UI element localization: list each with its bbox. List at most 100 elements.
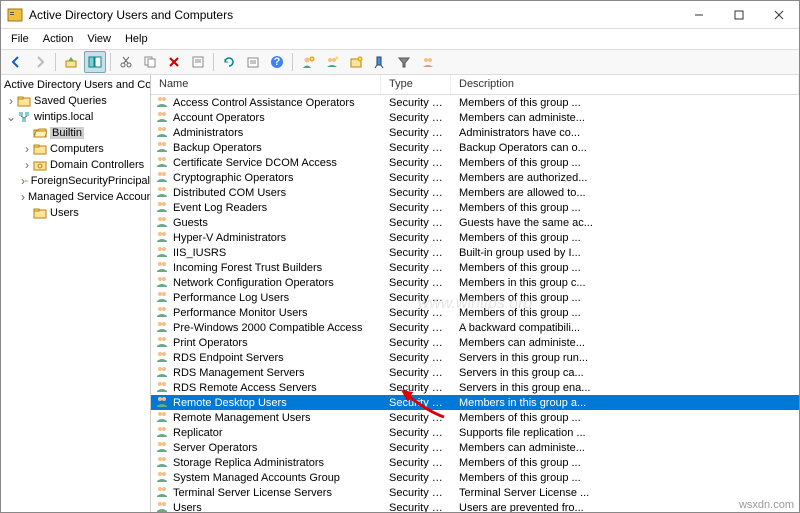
list-item[interactable]: Pre-Windows 2000 Compatible AccessSecuri… (151, 320, 799, 335)
tree-saved-queries[interactable]: › Saved Queries (1, 93, 150, 109)
help-button[interactable]: ? (266, 51, 288, 73)
forward-button[interactable] (29, 51, 51, 73)
list-item[interactable]: Print OperatorsSecurity Group...Members … (151, 335, 799, 350)
tree-pane[interactable]: Active Directory Users and Com › Saved Q… (1, 75, 151, 512)
item-type: Security Group... (381, 232, 451, 244)
item-description: Administrators have co... (451, 127, 799, 139)
maximize-button[interactable] (719, 1, 759, 29)
list-item[interactable]: Backup OperatorsSecurity Group...Backup … (151, 140, 799, 155)
list-item[interactable]: Hyper-V AdministratorsSecurity Group...M… (151, 230, 799, 245)
list-item[interactable]: RDS Management ServersSecurity Group...S… (151, 365, 799, 380)
new-group-button[interactable] (321, 51, 343, 73)
list-item[interactable]: RDS Endpoint ServersSecurity Group...Ser… (151, 350, 799, 365)
expand-icon[interactable]: › (5, 95, 17, 107)
item-name: Users (173, 502, 202, 513)
menu-file[interactable]: File (5, 31, 35, 47)
delete-button[interactable] (163, 51, 185, 73)
add-to-group-button[interactable] (417, 51, 439, 73)
item-description: Members of this group ... (451, 412, 799, 424)
folder-icon (25, 174, 28, 188)
tree-fsp[interactable]: › ForeignSecurityPrincipal (1, 173, 150, 189)
tree-domain-controllers[interactable]: › Domain Controllers (1, 157, 150, 173)
menu-view[interactable]: View (81, 31, 117, 47)
item-description: Members in this group a... (451, 397, 799, 409)
col-description[interactable]: Description (451, 75, 799, 94)
list-item[interactable]: Distributed COM UsersSecurity Group...Me… (151, 185, 799, 200)
item-type: Security Group... (381, 427, 451, 439)
collapse-icon[interactable]: ⌄ (5, 111, 17, 123)
item-name: Hyper-V Administrators (173, 232, 286, 244)
properties-button[interactable] (187, 51, 209, 73)
list-body[interactable]: www.wintips.org Access Control Assistanc… (151, 95, 799, 512)
item-type: Security Group... (381, 292, 451, 304)
item-name: Backup Operators (173, 142, 262, 154)
list-pane: Name Type Description www.wintips.org Ac… (151, 75, 799, 512)
list-item[interactable]: IIS_IUSRSSecurity Group...Built-in group… (151, 245, 799, 260)
item-type: Security Group... (381, 412, 451, 424)
expand-icon[interactable]: › (21, 191, 25, 203)
list-item[interactable]: Event Log ReadersSecurity Group...Member… (151, 200, 799, 215)
menu-action[interactable]: Action (37, 31, 80, 47)
item-description: Members of this group ... (451, 157, 799, 169)
export-list-button[interactable] (242, 51, 264, 73)
list-item[interactable]: Remote Management Users Security Group...… (151, 410, 799, 425)
item-type: Security Group... (381, 382, 451, 394)
expand-icon[interactable]: › (21, 159, 33, 171)
list-item[interactable]: Cryptographic OperatorsSecurity Group...… (151, 170, 799, 185)
item-type: Security Group... (381, 157, 451, 169)
item-type: Security Group... (381, 337, 451, 349)
item-description: Members are allowed to... (451, 187, 799, 199)
list-item[interactable]: Remote Desktop UsersSecurity Group...Mem… (151, 395, 799, 410)
list-item[interactable]: Performance Monitor UsersSecurity Group.… (151, 305, 799, 320)
svg-text:?: ? (274, 56, 281, 68)
list-item[interactable]: System Managed Accounts GroupSecurity Gr… (151, 470, 799, 485)
item-type: Security Group... (381, 322, 451, 334)
list-item[interactable]: UsersSecurity Group...Users are prevente… (151, 500, 799, 512)
item-name: System Managed Accounts Group (173, 472, 340, 484)
cut-button[interactable] (115, 51, 137, 73)
tree-builtin[interactable]: Builtin (1, 125, 150, 141)
list-item[interactable]: AdministratorsSecurity Group...Administr… (151, 125, 799, 140)
new-ou-button[interactable] (345, 51, 367, 73)
refresh-button[interactable] (218, 51, 240, 73)
tree-computers[interactable]: › Computers (1, 141, 150, 157)
folder-icon (17, 94, 31, 108)
new-user-button[interactable] (297, 51, 319, 73)
app-icon (7, 7, 23, 23)
minimize-button[interactable] (679, 1, 719, 29)
find-button[interactable] (369, 51, 391, 73)
item-type: Security Group... (381, 217, 451, 229)
list-item[interactable]: RDS Remote Access ServersSecurity Group.… (151, 380, 799, 395)
separator (292, 53, 293, 71)
item-description: Servers in this group run... (451, 352, 799, 364)
tree-users[interactable]: Users (1, 205, 150, 221)
list-item[interactable]: Account OperatorsSecurity Group...Member… (151, 110, 799, 125)
list-item[interactable]: Server OperatorsSecurity Group...Members… (151, 440, 799, 455)
item-name: Remote Management Users (173, 412, 311, 424)
list-item[interactable]: Network Configuration OperatorsSecurity … (151, 275, 799, 290)
list-item[interactable]: Performance Log UsersSecurity Group...Me… (151, 290, 799, 305)
list-item[interactable]: Certificate Service DCOM AccessSecurity … (151, 155, 799, 170)
item-type: Security Group... (381, 262, 451, 274)
back-button[interactable] (5, 51, 27, 73)
list-item[interactable]: GuestsSecurity Group...Guests have the s… (151, 215, 799, 230)
list-item[interactable]: ReplicatorSecurity Group...Supports file… (151, 425, 799, 440)
tree-root[interactable]: Active Directory Users and Com (1, 77, 150, 93)
expand-icon[interactable]: › (21, 143, 33, 155)
list-item[interactable]: Incoming Forest Trust BuildersSecurity G… (151, 260, 799, 275)
list-item[interactable]: Storage Replica AdministratorsSecurity G… (151, 455, 799, 470)
tree-domain[interactable]: ⌄ wintips.local (1, 109, 150, 125)
show-hide-tree-button[interactable] (84, 51, 106, 73)
copy-button[interactable] (139, 51, 161, 73)
filter-button[interactable] (393, 51, 415, 73)
list-item[interactable]: Terminal Server License ServersSecurity … (151, 485, 799, 500)
up-button[interactable] (60, 51, 82, 73)
tree-msa[interactable]: › Managed Service Accoun (1, 189, 150, 205)
col-name[interactable]: Name (151, 75, 381, 94)
item-description: Members can administe... (451, 112, 799, 124)
close-button[interactable] (759, 1, 799, 29)
menu-help[interactable]: Help (119, 31, 154, 47)
col-type[interactable]: Type (381, 75, 451, 94)
list-item[interactable]: Access Control Assistance OperatorsSecur… (151, 95, 799, 110)
item-description: Servers in this group ena... (451, 382, 799, 394)
